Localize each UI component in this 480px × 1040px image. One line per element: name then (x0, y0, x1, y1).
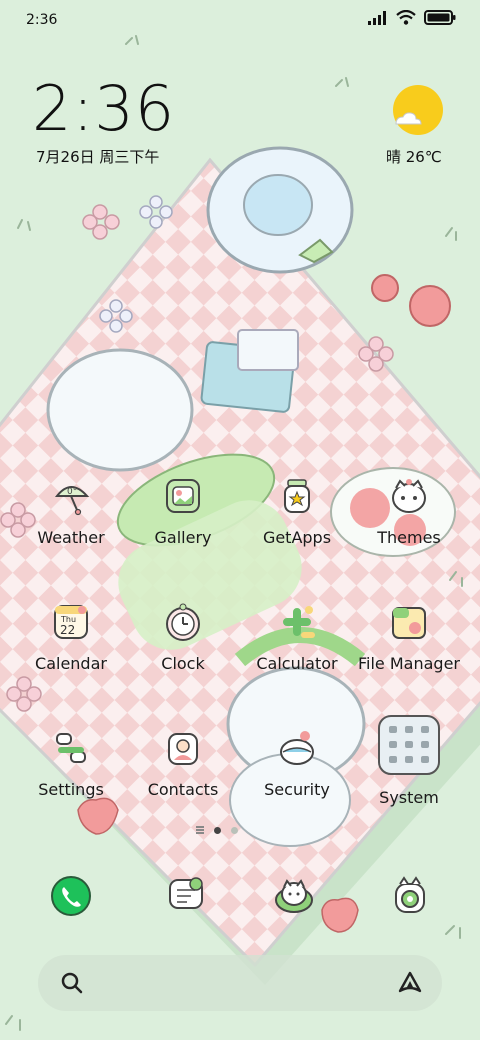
sun-icon[interactable] (390, 84, 444, 138)
search-bar[interactable] (38, 955, 442, 1011)
calculator-icon (273, 598, 321, 646)
system-folder-icon (375, 714, 443, 776)
app-themes[interactable]: Themes (354, 472, 464, 562)
app-label: Gallery (154, 528, 212, 547)
status-time: 2:36 (26, 12, 58, 28)
app-security[interactable]: Security (242, 724, 352, 814)
app-calculator[interactable]: Calculator (242, 598, 352, 688)
wifi-icon (396, 10, 416, 25)
assistant-icon[interactable] (396, 969, 424, 997)
app-label: Weather (37, 528, 105, 547)
app-gallery[interactable]: Gallery (128, 472, 238, 562)
contacts-icon (159, 724, 207, 772)
calendar-icon: Thu 22 (47, 598, 95, 646)
clock-icon (159, 598, 207, 646)
calendar-icon-date: 22 (60, 623, 75, 637)
weather-icon: 0° (47, 472, 95, 520)
app-label: GetApps (262, 528, 332, 547)
app-clock[interactable]: Clock (128, 598, 238, 688)
file-manager-icon (385, 598, 433, 646)
dock-phone[interactable] (43, 868, 99, 924)
themes-icon (385, 472, 433, 520)
dock-messages[interactable] (158, 868, 214, 924)
gallery-icon (159, 472, 207, 520)
clock-widget-time[interactable]: 2:36 (32, 78, 175, 140)
messages-icon (169, 877, 203, 909)
app-weather[interactable]: 0° Weather (16, 472, 126, 562)
app-file-manager[interactable]: File Manager (354, 598, 464, 688)
signal-icon (368, 10, 386, 25)
app-label: Calendar (35, 654, 107, 673)
browser-icon (275, 879, 313, 913)
getapps-icon (273, 472, 321, 520)
app-calendar[interactable]: Thu 22 Calendar (16, 598, 126, 688)
app-settings[interactable]: Settings (16, 724, 126, 814)
app-label: File Manager (358, 654, 460, 673)
svg-text:0°: 0° (67, 487, 77, 497)
clock-widget-date[interactable]: 7月26日 周三下午 (36, 146, 159, 167)
app-label: Themes (377, 528, 441, 547)
app-label: Contacts (147, 780, 219, 799)
dock-browser[interactable] (266, 868, 322, 924)
settings-icon (47, 724, 95, 772)
search-icon[interactable] (60, 971, 84, 995)
page-dot[interactable] (231, 826, 238, 834)
app-label: Clock (161, 654, 205, 673)
security-icon (273, 724, 321, 772)
app-folder-system[interactable]: System (354, 714, 464, 807)
dock-camera[interactable] (382, 868, 438, 924)
app-getapps[interactable]: GetApps (242, 472, 352, 562)
phone-icon (51, 876, 91, 916)
status-bar: 2:36 (0, 0, 480, 40)
app-label: Security (264, 780, 330, 799)
page-indicator[interactable] (196, 826, 238, 834)
app-label: Settings (38, 780, 104, 799)
app-contacts[interactable]: Contacts (128, 724, 238, 814)
weather-widget-text[interactable]: 晴 26℃ (386, 146, 442, 167)
page-dot-active[interactable] (214, 826, 221, 834)
battery-icon (424, 10, 456, 25)
status-icons (368, 10, 456, 25)
page-indicator-menu-icon[interactable] (196, 826, 204, 834)
camera-icon (395, 876, 425, 913)
app-label: System (379, 788, 439, 807)
app-label: Calculator (256, 654, 338, 673)
